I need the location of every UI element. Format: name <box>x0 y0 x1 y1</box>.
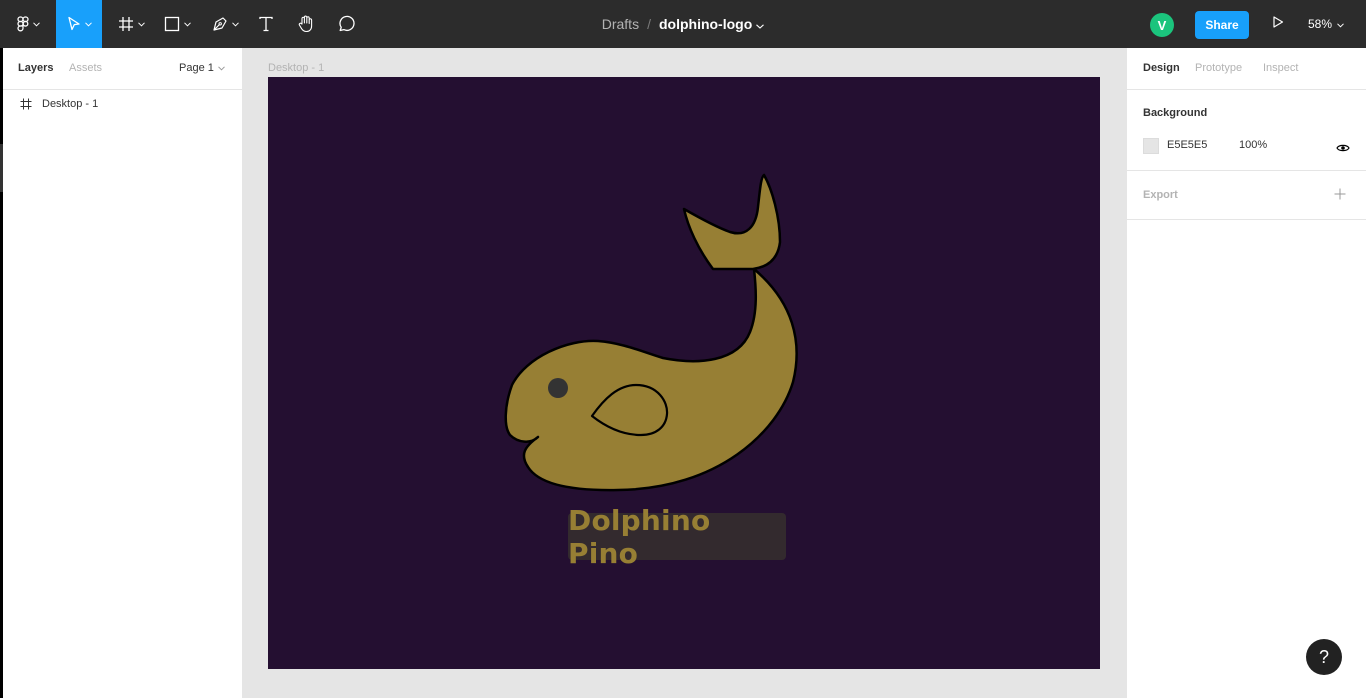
layers-panel-tabs: Layers Assets Page 1 <box>0 48 242 90</box>
tab-inspect[interactable]: Inspect <box>1263 62 1298 74</box>
figma-logo-icon <box>16 16 29 32</box>
background-section: Background E5E5E5 100% <box>1127 90 1366 171</box>
dolphin-body <box>504 267 798 492</box>
properties-panel: Design Prototype Inspect Background E5E5… <box>1126 48 1366 698</box>
layers-panel: Layers Assets Page 1 Desktop - 1 <box>0 48 243 698</box>
chevron-down-icon <box>137 21 145 27</box>
chevron-down-icon[interactable] <box>756 16 765 32</box>
text-tool-button[interactable] <box>252 0 280 48</box>
chevron-down-icon <box>84 21 92 27</box>
logo-text-box[interactable]: Dolphino Pino <box>568 504 786 570</box>
pen-nib-icon <box>212 16 228 32</box>
frame-hash-icon <box>118 16 134 32</box>
shape-tool-button[interactable] <box>156 0 198 48</box>
chevron-down-icon <box>32 21 40 27</box>
share-button[interactable]: Share <box>1195 11 1249 39</box>
text-t-icon <box>258 16 274 32</box>
frame-tool-button[interactable] <box>110 0 152 48</box>
window-edge-mark <box>0 144 3 192</box>
tab-assets[interactable]: Assets <box>69 62 102 74</box>
tab-design[interactable]: Design <box>1143 62 1180 74</box>
zoom-dropdown[interactable]: 58% <box>1308 12 1344 36</box>
chevron-down-icon <box>183 21 191 27</box>
chevron-down-icon <box>231 21 239 27</box>
background-opacity-input[interactable]: 100% <box>1239 139 1267 151</box>
background-hex-input[interactable]: E5E5E5 <box>1167 139 1207 151</box>
dolphin-eye <box>548 378 568 398</box>
speech-bubble-icon <box>337 15 355 33</box>
zoom-level: 58% <box>1308 17 1333 31</box>
plus-icon[interactable] <box>1334 187 1346 205</box>
page-selector-label: Page 1 <box>179 62 214 74</box>
present-button[interactable] <box>1266 12 1290 36</box>
dolphin-logo-illustration[interactable] <box>268 77 1100 669</box>
main-menu-button[interactable] <box>8 0 48 48</box>
play-icon <box>1272 15 1284 33</box>
top-toolbar: Drafts / dolphino-logo V Share 58% <box>0 0 1366 48</box>
page-selector[interactable]: Page 1 <box>179 62 225 74</box>
layer-item-desktop-1[interactable]: Desktop - 1 <box>0 94 242 116</box>
logo-text: Dolphino Pino <box>568 503 711 570</box>
chevron-down-icon <box>218 62 225 74</box>
properties-panel-tabs: Design Prototype Inspect <box>1127 48 1366 90</box>
move-tool-button[interactable] <box>56 0 102 48</box>
chevron-down-icon <box>1337 17 1344 31</box>
canvas[interactable]: Desktop - 1 Dolphino Pino <box>243 48 1126 698</box>
desktop-frame[interactable]: Dolphino Pino <box>268 77 1100 669</box>
help-button[interactable]: ? <box>1306 639 1342 675</box>
export-section: Export <box>1127 171 1366 220</box>
export-title[interactable]: Export <box>1143 189 1178 201</box>
tab-prototype[interactable]: Prototype <box>1195 62 1242 74</box>
cursor-arrow-icon <box>67 16 81 32</box>
layer-label: Desktop - 1 <box>42 98 99 110</box>
hand-icon <box>297 15 315 33</box>
file-name[interactable]: dolphino-logo <box>659 16 752 32</box>
dolphin-tail <box>682 173 782 271</box>
background-color-swatch[interactable] <box>1143 138 1159 154</box>
eye-icon[interactable] <box>1336 140 1350 158</box>
frame-hash-icon <box>20 98 32 113</box>
background-title: Background <box>1143 107 1208 119</box>
tab-layers[interactable]: Layers <box>18 62 53 74</box>
frame-label[interactable]: Desktop - 1 <box>268 62 324 74</box>
hand-tool-button[interactable] <box>292 0 320 48</box>
avatar[interactable]: V <box>1150 13 1174 37</box>
breadcrumb-separator: / <box>647 16 651 32</box>
rectangle-icon <box>164 16 180 32</box>
breadcrumb-drafts[interactable]: Drafts <box>602 16 639 32</box>
comment-tool-button[interactable] <box>332 0 360 48</box>
pen-tool-button[interactable] <box>204 0 246 48</box>
